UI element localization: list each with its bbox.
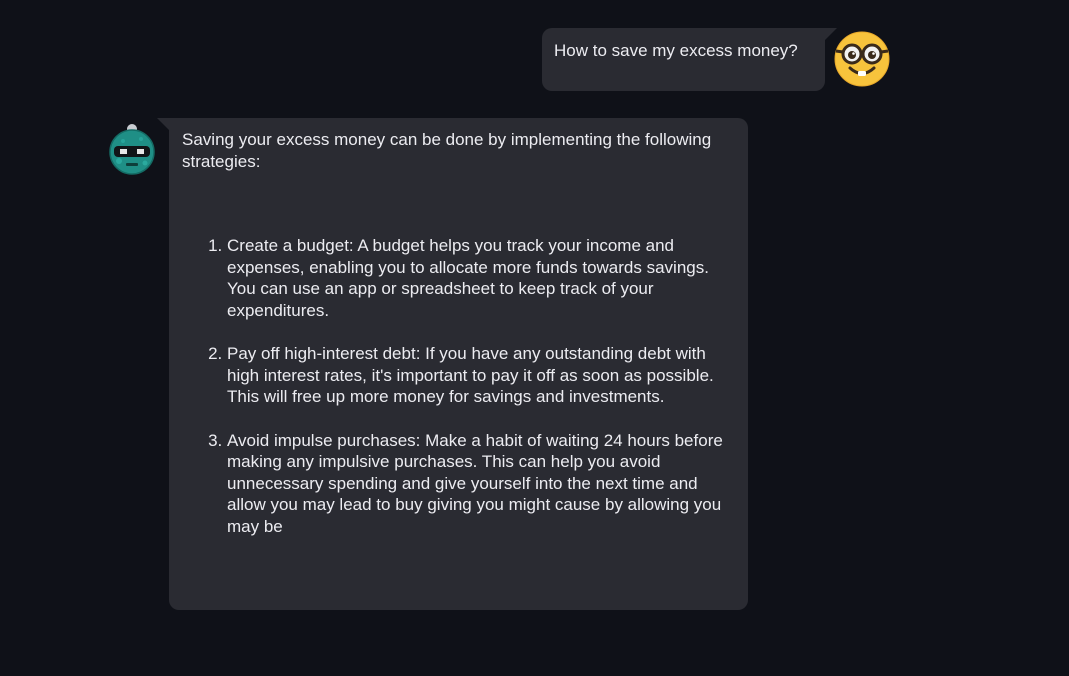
user-message-text: How to save my excess money?: [554, 41, 798, 60]
nerd-face-emoji-icon: [834, 31, 890, 87]
bot-message-intro: Saving your excess money can be done by …: [182, 130, 712, 171]
robot-avatar-icon: [107, 123, 157, 175]
list-item: Avoid impulse purchases: Make a habit of…: [227, 430, 735, 538]
chat-thread: How to save my excess money? Saving your…: [0, 0, 1069, 676]
bot-message-bubble: Saving your excess money can be done by …: [169, 118, 748, 610]
bot-bubble-tail: [157, 118, 169, 130]
list-item: Create a budget: A budget helps you trac…: [227, 235, 735, 321]
list-item: Pay off high-interest debt: If you have …: [227, 343, 735, 408]
user-message-bubble: How to save my excess money?: [542, 28, 825, 91]
strategy-list: Create a budget: A budget helps you trac…: [182, 235, 735, 537]
